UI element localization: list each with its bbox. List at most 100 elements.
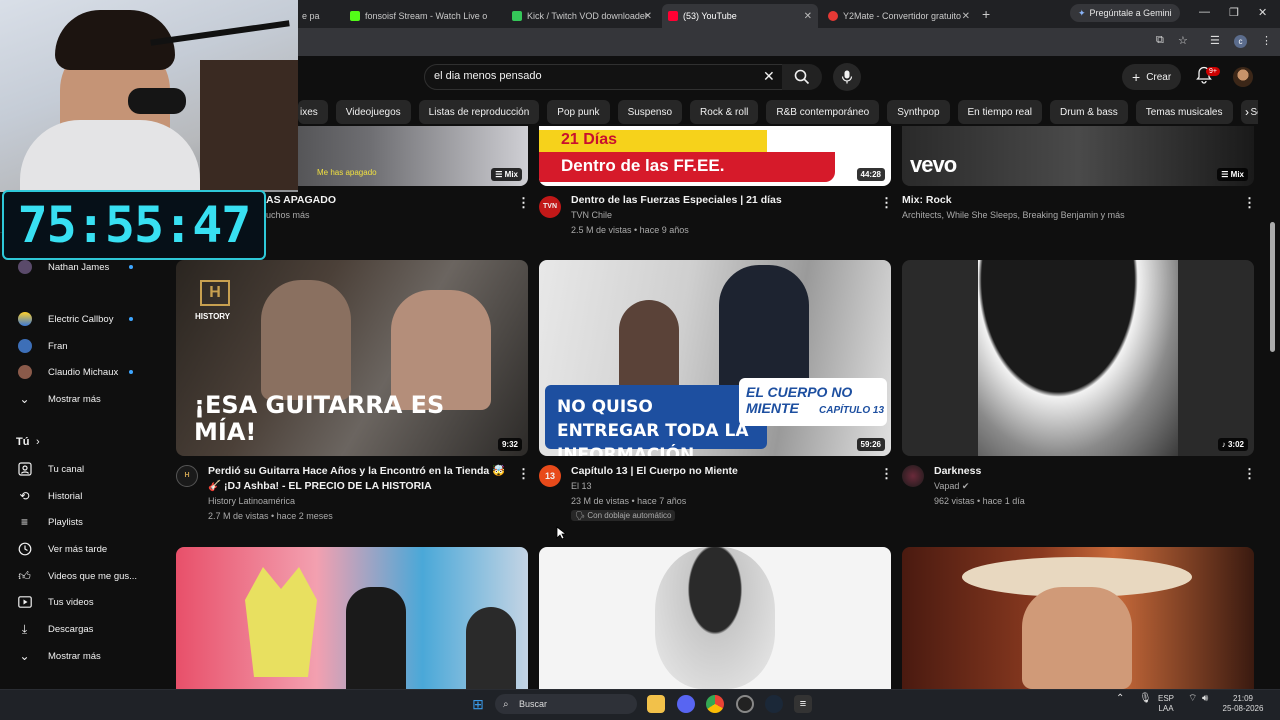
close-tab-icon[interactable]: ✕ [962,11,970,22]
close-tab-icon[interactable]: ✕ [804,11,812,22]
microphone-tray-icon[interactable]: 🎙︎ [1139,694,1152,704]
sidebar-item-electric-callboy[interactable]: Electric Callboy [0,306,160,332]
page-scrollbar[interactable] [1270,222,1275,352]
file-explorer-icon[interactable] [647,695,665,713]
sidebar-item-label: Playlists [48,516,83,528]
channel-name[interactable]: History Latinoamérica [208,494,295,509]
video-title[interactable]: AS APAGADO [266,193,336,208]
clock[interactable]: 21:09 25-08-2026 [1218,694,1268,714]
chip[interactable]: ixes [298,100,328,124]
tab-y2mate[interactable]: Y2Mate - Convertidor gratuito ✕ [822,4,976,28]
minimize-icon[interactable]: — [1199,6,1210,18]
clear-search-icon[interactable]: ✕ [763,68,775,85]
chip[interactable]: Pop punk [547,100,610,124]
channel-avatar[interactable]: TVN [539,196,561,218]
more-options-icon[interactable]: ⋮ [1243,195,1256,211]
sidebar-item-label: Nathan James [48,261,110,273]
sidebar-item-fran[interactable]: Fran [0,333,160,359]
sidebar-item-claudio-michaux[interactable]: Claudio Michaux [0,359,160,385]
more-options-icon[interactable]: ⋮ [880,466,893,482]
chip[interactable]: Suspenso [617,100,683,124]
video-title[interactable]: Mix: Rock [902,193,952,208]
channel-name[interactable]: TVN Chile [571,208,612,223]
gemini-button[interactable]: ✦ Pregúntale a Gemini [1070,4,1180,22]
more-options-icon[interactable]: ⋮ [880,195,893,211]
chrome-icon[interactable] [706,695,724,713]
chip[interactable]: R&B contemporáneo [766,100,880,124]
more-options-icon[interactable]: ⋮ [517,195,530,211]
browser-menu-icon[interactable]: ⋮ [1261,34,1272,47]
tray-expand-icon[interactable]: ⌃ [1116,694,1124,704]
account-avatar[interactable] [1233,67,1253,87]
video-title[interactable]: Capítulo 13 | El Cuerpo no Miente [571,464,738,479]
chip[interactable]: En tiempo real [957,100,1042,124]
sidebar-item-your-videos[interactable]: Tus videos [0,589,160,615]
sidebar-item-history[interactable]: ⟲ Historial [0,483,160,509]
sidebar-item-downloads[interactable]: ⤓ Descargas [0,616,160,642]
new-tab-icon[interactable]: + [982,6,990,22]
chip[interactable]: Rock & roll [690,100,759,124]
chip[interactable]: Drum & bass [1050,100,1128,124]
show-more-you[interactable]: ⌄ Mostrar más [0,643,160,669]
tab-2-label: fonsoisf Stream - Watch Live o [365,11,488,21]
video-title[interactable]: Dentro de las Fuerzas Especiales | 21 dí… [571,193,782,208]
more-options-icon[interactable]: ⋮ [1243,466,1256,482]
discord-icon[interactable] [677,695,695,713]
video-title[interactable]: Darkness [934,464,981,479]
bookmark-star-icon[interactable]: ☆ [1178,34,1188,47]
sidebar-item-your-channel[interactable]: Tu canal [0,456,160,482]
chip[interactable]: Temas musicales [1135,100,1233,124]
chip[interactable]: Series de televisión [1240,100,1258,124]
chevron-right-icon[interactable]: › [1245,105,1249,119]
search-query[interactable]: el dia menos pensado [434,70,542,82]
chip[interactable]: Synthpop [887,100,950,124]
voice-search-button[interactable] [833,63,861,91]
chip[interactable]: Listas de reproducción [418,100,540,124]
tab-1[interactable]: e pa [296,4,340,28]
channel-avatar[interactable]: H [176,465,198,487]
browser-profile-avatar[interactable]: c [1234,35,1247,48]
sidebar-item-playlists[interactable]: ≡ Playlists [0,509,160,535]
video-thumbnail[interactable] [176,547,528,689]
video-thumbnail[interactable]: NO QUISO ENTREGAR TODA LA INFORMACIÓN EL… [539,260,891,456]
obs-icon[interactable] [736,695,754,713]
windows-start-icon[interactable]: ⊞ [469,695,487,713]
sidebar-item-liked-videos[interactable]: 👍︎ Videos que me gus... [0,563,160,589]
sidebar-item-label: Electric Callboy [48,313,114,325]
reading-list-icon[interactable]: ☰ [1210,34,1220,47]
maximize-icon[interactable]: ❐ [1229,6,1239,19]
tab-youtube[interactable]: (53) YouTube ✕ [662,4,818,28]
close-window-icon[interactable]: ✕ [1258,6,1267,19]
chip[interactable]: Videojuegos [335,100,411,124]
video-thumbnail[interactable]: vevo ☰ Mix [902,126,1254,186]
video-thumbnail[interactable]: 21 Días Dentro de las FF.EE. 44:28 [539,126,891,186]
steam-icon[interactable] [765,695,783,713]
you-section-heading[interactable]: Tú › [0,429,160,455]
channel-name[interactable]: El 13 [571,479,592,494]
create-button[interactable]: + Crear [1122,64,1182,90]
app-icon[interactable]: ≡ [794,695,812,713]
video-thumbnail[interactable]: H HISTORY ¡ESA GUITARRA ES MÍA! 9:32 [176,260,528,456]
sidebar-item-watch-later[interactable]: Ver más tarde [0,536,160,562]
volume-icon[interactable]: 🔊︎ [1202,694,1208,704]
video-thumbnail[interactable]: ♪ 3:02 [902,260,1254,456]
install-app-icon[interactable]: ⧉ [1156,34,1164,47]
tab-kick-stream[interactable]: fonsoisf Stream - Watch Live o [344,4,504,28]
webcam-background-shelf [200,60,298,190]
taskbar-search-input[interactable]: ⌕ Buscar [495,694,637,714]
search-button[interactable] [782,64,822,90]
channel-avatar [17,339,32,353]
video-thumbnail[interactable] [539,547,891,689]
channel-avatar[interactable] [902,465,924,487]
channel-name[interactable]: Vapad ✔ [934,479,969,494]
close-tab-icon[interactable]: ✕ [644,11,652,22]
thumbnail-caption: NO QUISO ENTREGAR TODA LA INFORMACIÓN [557,397,749,456]
show-more-subscriptions[interactable]: ⌄ Mostrar más [0,386,160,412]
video-thumbnail[interactable] [902,547,1254,689]
tab-vod-downloader[interactable]: Kick / Twitch VOD downloader ✕ [506,4,658,28]
wifi-icon[interactable]: ⌔ [1188,694,1197,704]
video-title[interactable]: Perdió su Guitarra Hace Años y la Encont… [208,464,508,494]
language-indicator[interactable]: ESP LAA [1158,694,1174,714]
more-options-icon[interactable]: ⋮ [517,466,530,482]
channel-avatar[interactable]: 13 [539,465,561,487]
